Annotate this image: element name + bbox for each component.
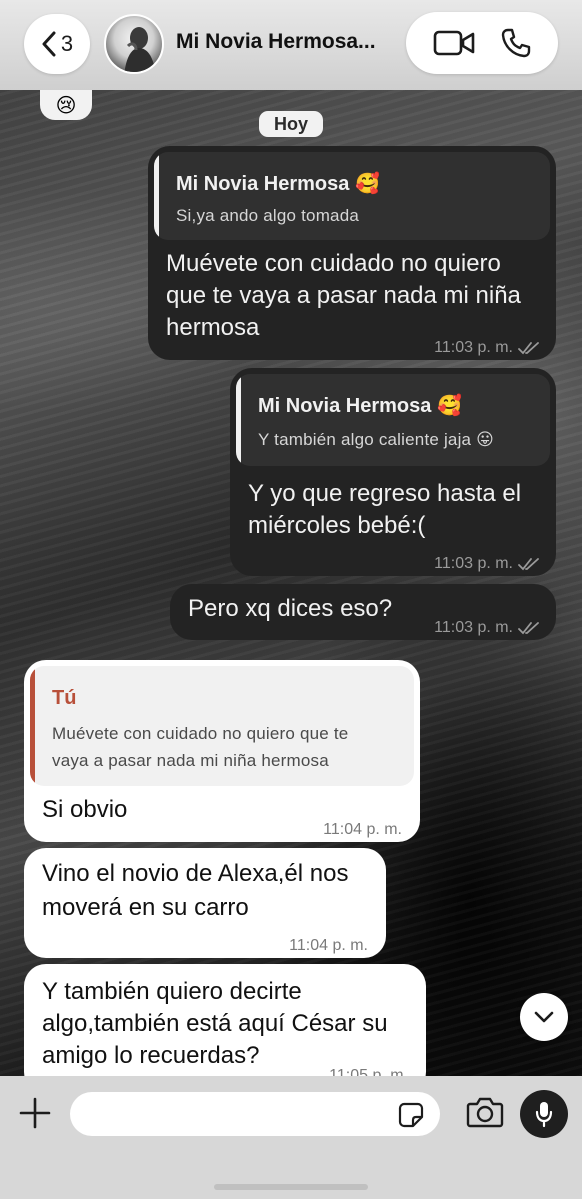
quote-text: Y también algo caliente jaja 😛: [258, 430, 495, 449]
chevron-down-icon: [534, 1011, 554, 1023]
plus-icon[interactable]: [18, 1096, 52, 1130]
quote-author: Mi Novia Hermosa 🥰: [176, 173, 380, 195]
quote-author: Tú: [52, 687, 77, 709]
quote-text: Muévete con cuidado no quiero que te: [52, 724, 349, 743]
reply-quote[interactable]: Mi Novia Hermosa 🥰 Si,ya ando algo tomad…: [154, 152, 550, 240]
call-actions: [406, 12, 558, 74]
double-check-icon: [518, 342, 539, 355]
message-timestamp: 11:04 p. m.: [323, 821, 402, 838]
sticker-icon[interactable]: [398, 1102, 424, 1128]
quote-text: Si,ya ando algo tomada: [176, 206, 360, 225]
message-bubble-incoming[interactable]: Y también quiero decirte algo,también es…: [24, 964, 426, 1094]
phone-icon[interactable]: [500, 27, 532, 59]
message-bubble-outgoing[interactable]: Mi Novia Hermosa 🥰 Si,ya ando algo tomad…: [148, 146, 556, 360]
quote-accent-bar: [236, 374, 241, 466]
message-bubble-incoming[interactable]: Vino el novio de Alexa,él nos moverá en …: [24, 848, 386, 958]
reply-quote[interactable]: Tú Muévete con cuidado no quiero que te …: [30, 666, 414, 786]
reaction-emoji[interactable]: 😢: [40, 90, 92, 120]
message-text: algo,también está aquí César su: [42, 1010, 388, 1037]
message-bubble-outgoing[interactable]: Pero xq dices eso? 11:03 p. m.: [170, 584, 556, 640]
video-camera-icon[interactable]: [433, 29, 475, 57]
double-check-icon: [518, 558, 539, 571]
contact-avatar[interactable]: [104, 14, 164, 74]
unread-count: 3: [60, 31, 74, 56]
message-text: Y yo que regreso hasta el: [248, 480, 522, 507]
message-input[interactable]: [86, 1098, 386, 1130]
message-input-box[interactable]: [70, 1092, 440, 1136]
message-text: Muévete con cuidado no quiero: [166, 250, 501, 277]
chevron-left-icon: [42, 31, 56, 57]
home-indicator: [214, 1184, 368, 1190]
avatar-photo: [124, 27, 156, 72]
camera-icon[interactable]: [466, 1094, 504, 1130]
message-text: Y también quiero decirte: [42, 978, 302, 1005]
chat-header: 3 Mi Novia Hermosa...: [0, 0, 582, 90]
message-text: Pero xq dices eso?: [188, 595, 393, 622]
message-text: Vino el novio de Alexa,él nos: [42, 860, 349, 887]
microphone-icon: [535, 1102, 553, 1128]
contact-name[interactable]: Mi Novia Hermosa...: [176, 30, 396, 54]
quote-accent-bar: [154, 152, 159, 240]
message-text: que te vaya a pasar nada mi niña: [166, 282, 521, 309]
back-button[interactable]: 3: [24, 14, 90, 74]
message-timestamp: 11:03 p. m.: [434, 548, 540, 580]
message-timestamp: 11:03 p. m.: [434, 612, 540, 644]
double-check-icon: [518, 622, 539, 635]
reply-quote[interactable]: Mi Novia Hermosa 🥰 Y también algo calien…: [236, 374, 550, 466]
quote-accent-bar: [30, 666, 35, 786]
message-text: moverá en su carro: [42, 894, 249, 921]
message-text: miércoles bebé:(: [248, 512, 426, 539]
message-text: Si obvio: [42, 796, 128, 823]
date-separator: Hoy: [259, 111, 323, 137]
message-timestamp: 11:04 p. m.: [289, 937, 368, 954]
message-text: amigo lo recuerdas?: [42, 1042, 260, 1069]
message-composer: [0, 1076, 582, 1199]
scroll-to-bottom-button[interactable]: [520, 993, 568, 1041]
quote-text: vaya a pasar nada mi niña hermosa: [52, 751, 329, 770]
message-bubble-incoming[interactable]: Tú Muévete con cuidado no quiero que te …: [24, 660, 420, 842]
microphone-button[interactable]: [520, 1090, 568, 1138]
message-bubble-outgoing[interactable]: Mi Novia Hermosa 🥰 Y también algo calien…: [230, 368, 556, 576]
message-text: hermosa: [166, 314, 260, 341]
quote-author: Mi Novia Hermosa 🥰: [258, 395, 462, 417]
message-timestamp: 11:03 p. m.: [434, 332, 540, 364]
